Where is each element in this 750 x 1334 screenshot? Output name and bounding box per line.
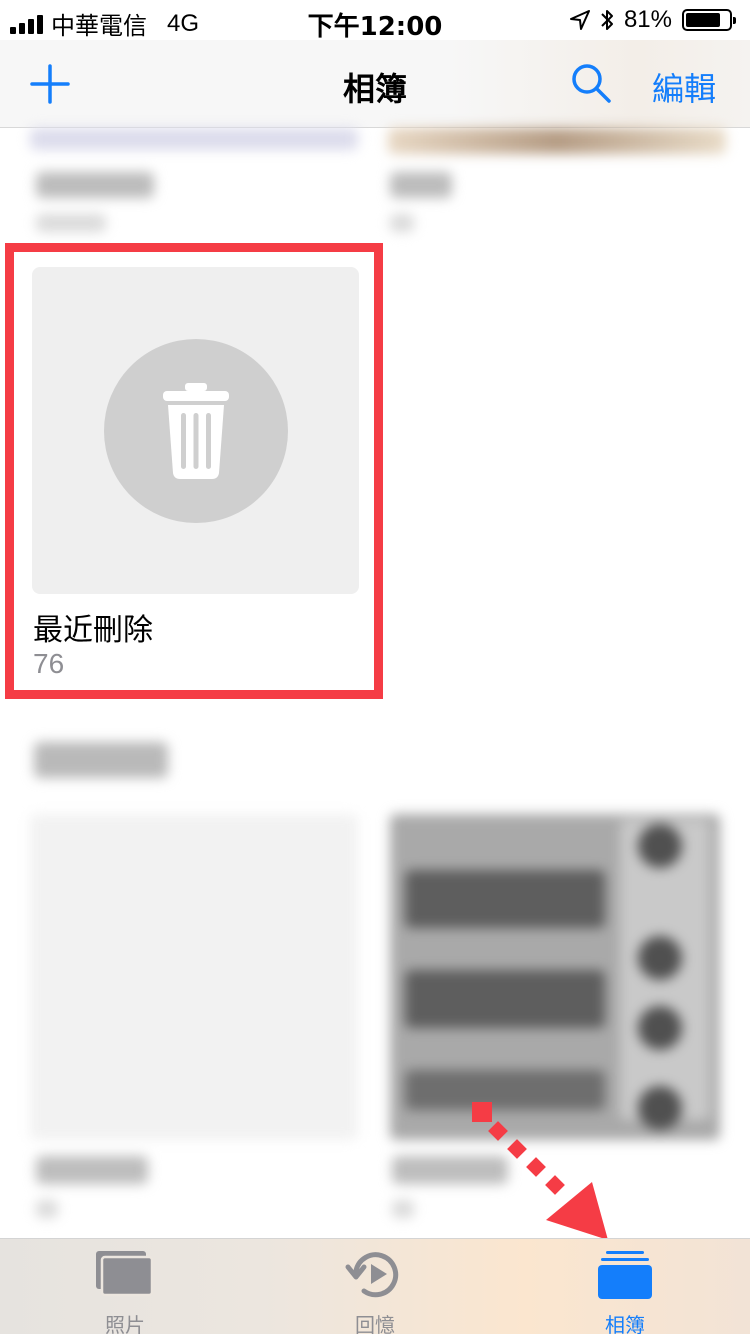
location-arrow-icon [569,10,590,30]
blurred-dot [638,824,682,868]
memories-icon [345,1252,399,1298]
blurred-label [36,172,154,198]
blurred-dot [638,1006,682,1050]
blurred-label [390,214,414,232]
album-title[interactable]: 最近刪除 [33,605,153,649]
navigation-bar: 相簿 編輯 [0,40,750,128]
battery-icon [682,9,736,31]
tab-bar: 照片 回憶 相簿 [0,1238,750,1334]
recently-deleted-album-thumbnail[interactable] [32,267,359,594]
blurred-label [36,1156,148,1184]
tab-label: 相簿 [605,1313,645,1334]
trash-icon [163,383,229,479]
blurred-label [36,1200,58,1218]
blurred-section-lower [0,730,750,1230]
tab-photos[interactable]: 照片 [0,1239,250,1334]
battery-percent: 81% [623,6,672,33]
tab-memories[interactable]: 回憶 [250,1239,500,1334]
blurred-thumb [388,128,726,154]
blurred-album-row-top [0,128,750,243]
blurred-label [36,214,106,232]
blurred-thumb [30,814,358,1140]
status-bar: 中華電信 4G 下午12:00 81% [0,0,750,42]
search-icon[interactable] [570,62,612,104]
blurred-dot [638,936,682,980]
blurred-bar [405,870,605,928]
bluetooth-icon [601,10,613,30]
photos-icon [96,1251,154,1297]
blurred-thumb [30,128,358,150]
blurred-dot [638,1086,682,1130]
album-count: 76 [33,648,65,679]
tab-label: 回憶 [355,1313,395,1334]
blurred-section-header [34,742,168,778]
battery-fill [686,13,721,27]
blurred-bar [405,970,605,1028]
arrow-annotation-icon [472,1102,608,1240]
trash-circle [104,339,288,523]
tab-albums[interactable]: 相簿 [500,1239,750,1334]
tab-label: 照片 [105,1313,145,1334]
albums-icon [598,1251,652,1299]
edit-button[interactable]: 編輯 [652,64,716,110]
blurred-label [390,172,452,198]
page-title: 相簿 [342,70,407,108]
blurred-label [392,1200,414,1218]
status-right: 81% [569,6,736,34]
